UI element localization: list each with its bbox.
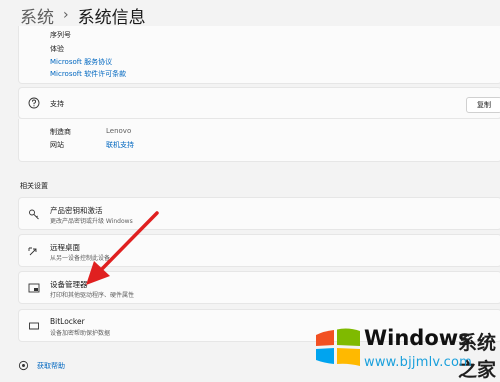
annotation-arrow-shaft xyxy=(99,211,159,272)
watermark: Windows 系统之家 www.bjjmlv.com xyxy=(308,322,500,381)
watermark-url: www.bjjmlv.com xyxy=(364,355,472,370)
annotation-arrow xyxy=(86,211,159,285)
watermark-brand: Windows xyxy=(364,326,471,350)
windows-logo-icon xyxy=(316,328,360,366)
